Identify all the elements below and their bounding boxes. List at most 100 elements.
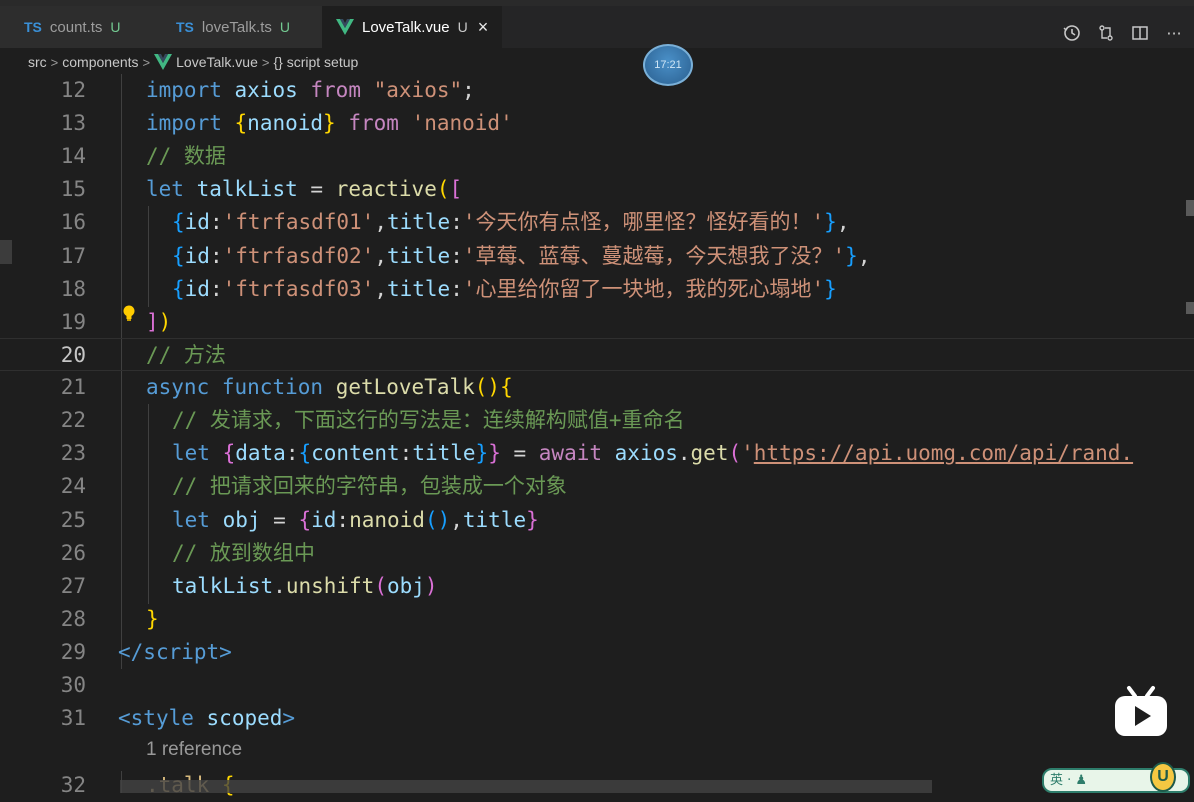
code-line[interactable]: 17 {id:'ftrfasdf02',title:'草莓、蓝莓、蔓越莓，今天想我… <box>0 240 1194 273</box>
code-line[interactable]: 25 let obj = {id:nanoid(),title} <box>0 504 1194 537</box>
lightbulb-icon[interactable] <box>122 304 136 322</box>
code-line[interactable]: 18 {id:'ftrfasdf03',title:'心里给你留了一块地，我的死心… <box>0 273 1194 306</box>
code-token: axios <box>614 441 678 465</box>
code-token: ) <box>158 310 172 334</box>
scrollbar-marker <box>1186 200 1194 216</box>
code-text: import axios from "axios"; <box>146 74 475 107</box>
line-number: 16 <box>60 210 86 234</box>
code-token: scoped <box>206 706 283 730</box>
code-token: , <box>836 210 850 234</box>
code-line[interactable]: 16 {id:'ftrfasdf01',title:'今天你有点怪，哪里怪？怪好看… <box>0 206 1194 239</box>
code-token: title <box>386 277 451 301</box>
code-token: { <box>298 508 312 532</box>
line-number: 29 <box>60 640 86 664</box>
code-token: } <box>488 441 501 465</box>
breadcrumb-segment[interactable]: LoveTalk.vue <box>176 54 258 70</box>
tab-status-untracked: U <box>110 19 121 35</box>
code-token: : <box>209 277 223 301</box>
code-line[interactable]: 24 // 把请求回来的字符串，包装成一个对象 <box>0 470 1194 503</box>
code-text: </script> <box>118 636 232 669</box>
split-editor-icon[interactable] <box>1130 23 1150 43</box>
code-token: { <box>172 244 185 268</box>
code-token: import <box>146 111 222 135</box>
code-line[interactable]: 27 talkList.unshift(obj) <box>0 570 1194 603</box>
ime-logo-icon[interactable]: U <box>1150 762 1176 792</box>
code-token: > <box>282 706 296 730</box>
more-actions-icon[interactable]: ··· <box>1164 23 1184 43</box>
code-text: // 发请求，下面这行的写法是：连续解构赋值+重命名 <box>172 404 685 437</box>
code-text: ]) <box>146 306 171 339</box>
code-token: get <box>690 441 729 465</box>
codelens-references[interactable]: 1 reference <box>146 739 242 761</box>
timeline-icon[interactable] <box>1062 23 1082 43</box>
tab-lovetalk-ts[interactable]: TS loveTalk.ts U <box>152 6 322 48</box>
code-token: axios <box>234 78 298 102</box>
code-line[interactable]: 15 let talkList = reactive([ <box>0 173 1194 206</box>
code-text: // 放到数组中 <box>172 537 315 570</box>
code-token: nanoid <box>349 508 425 532</box>
code-token: , <box>374 210 387 234</box>
code-line[interactable]: 12 import axios from "axios"; <box>0 74 1194 107</box>
code-token: ( <box>728 441 742 465</box>
breadcrumb: src > components > LoveTalk.vue > {} scr… <box>0 48 1194 76</box>
line-number: 23 <box>60 441 86 465</box>
code-token: = <box>500 441 539 465</box>
tab-count-ts[interactable]: TS count.ts U <box>0 6 152 48</box>
code-token: // 发请求，下面这行的写法是：连续解构赋值+重命名 <box>172 408 685 432</box>
code-line[interactable]: 20 // 方法 <box>0 338 1194 371</box>
code-token: } <box>824 277 837 301</box>
line-number: 20 <box>60 343 86 367</box>
code-line[interactable]: 22 // 发请求，下面这行的写法是：连续解构赋值+重命名 <box>0 404 1194 437</box>
horizontal-scrollbar[interactable] <box>120 780 932 793</box>
close-icon[interactable]: × <box>478 17 489 38</box>
line-number: 27 <box>60 574 86 598</box>
breadcrumb-segment[interactable]: src <box>28 54 47 70</box>
breadcrumb-segment[interactable]: {} script setup <box>273 54 358 70</box>
code-token: data <box>235 441 286 465</box>
code-token: = <box>260 508 299 532</box>
line-number: 17 <box>60 244 86 268</box>
code-text: let talkList = reactive([ <box>146 173 462 206</box>
code-text: // 方法 <box>146 339 226 372</box>
code-token: id <box>184 210 210 234</box>
code-text: {id:'ftrfasdf01',title:'今天你有点怪，哪里怪？怪好看的！… <box>172 206 849 239</box>
code-token: // 数据 <box>146 144 226 168</box>
code-token: getLoveTalk <box>335 375 475 399</box>
code-editor[interactable]: 12 import axios from "axios"; 13 import { na… <box>0 74 1194 797</box>
code-token: ( <box>374 574 387 598</box>
line-number: 13 <box>60 111 86 135</box>
code-line[interactable]: 30 <box>0 669 1194 702</box>
tab-lovetalk-vue[interactable]: LoveTalk.vue U × <box>322 6 502 48</box>
code-line[interactable]: 21 async function getLoveTalk(){ <box>0 371 1194 404</box>
code-token: 'ftrfasdf01' <box>222 210 375 234</box>
code-token: [ <box>449 177 463 201</box>
code-line[interactable]: 14 // 数据 <box>0 140 1194 173</box>
code-line[interactable]: 31 <style scoped> <box>0 702 1194 735</box>
code-token: talkList <box>196 177 298 201</box>
code-token: : <box>209 244 223 268</box>
code-line[interactable]: 26 // 放到数组中 <box>0 537 1194 570</box>
code-token: ] <box>146 310 159 334</box>
code-token: : <box>450 244 463 268</box>
code-line[interactable]: 28} <box>0 603 1194 636</box>
breadcrumb-separator: > <box>50 54 59 70</box>
code-token: talkList <box>172 574 274 598</box>
compare-changes-icon[interactable] <box>1096 23 1116 43</box>
breadcrumb-segment[interactable]: components <box>62 54 138 70</box>
line-number: 31 <box>60 706 86 730</box>
code-line[interactable]: 19]) <box>0 306 1194 339</box>
code-token: // 方法 <box>146 343 226 367</box>
code-token: > <box>219 640 232 664</box>
code-token: } <box>323 111 336 135</box>
code-line[interactable]: 29 </script> <box>0 636 1194 669</box>
video-player-icon[interactable] <box>1113 684 1169 740</box>
code-token: await <box>538 441 602 465</box>
line-number: 14 <box>60 144 86 168</box>
code-line[interactable]: 23 let {data:{content:title}} = await axi… <box>0 437 1194 470</box>
code-line[interactable]: 13 import {nanoid} from 'nanoid' <box>0 107 1194 140</box>
